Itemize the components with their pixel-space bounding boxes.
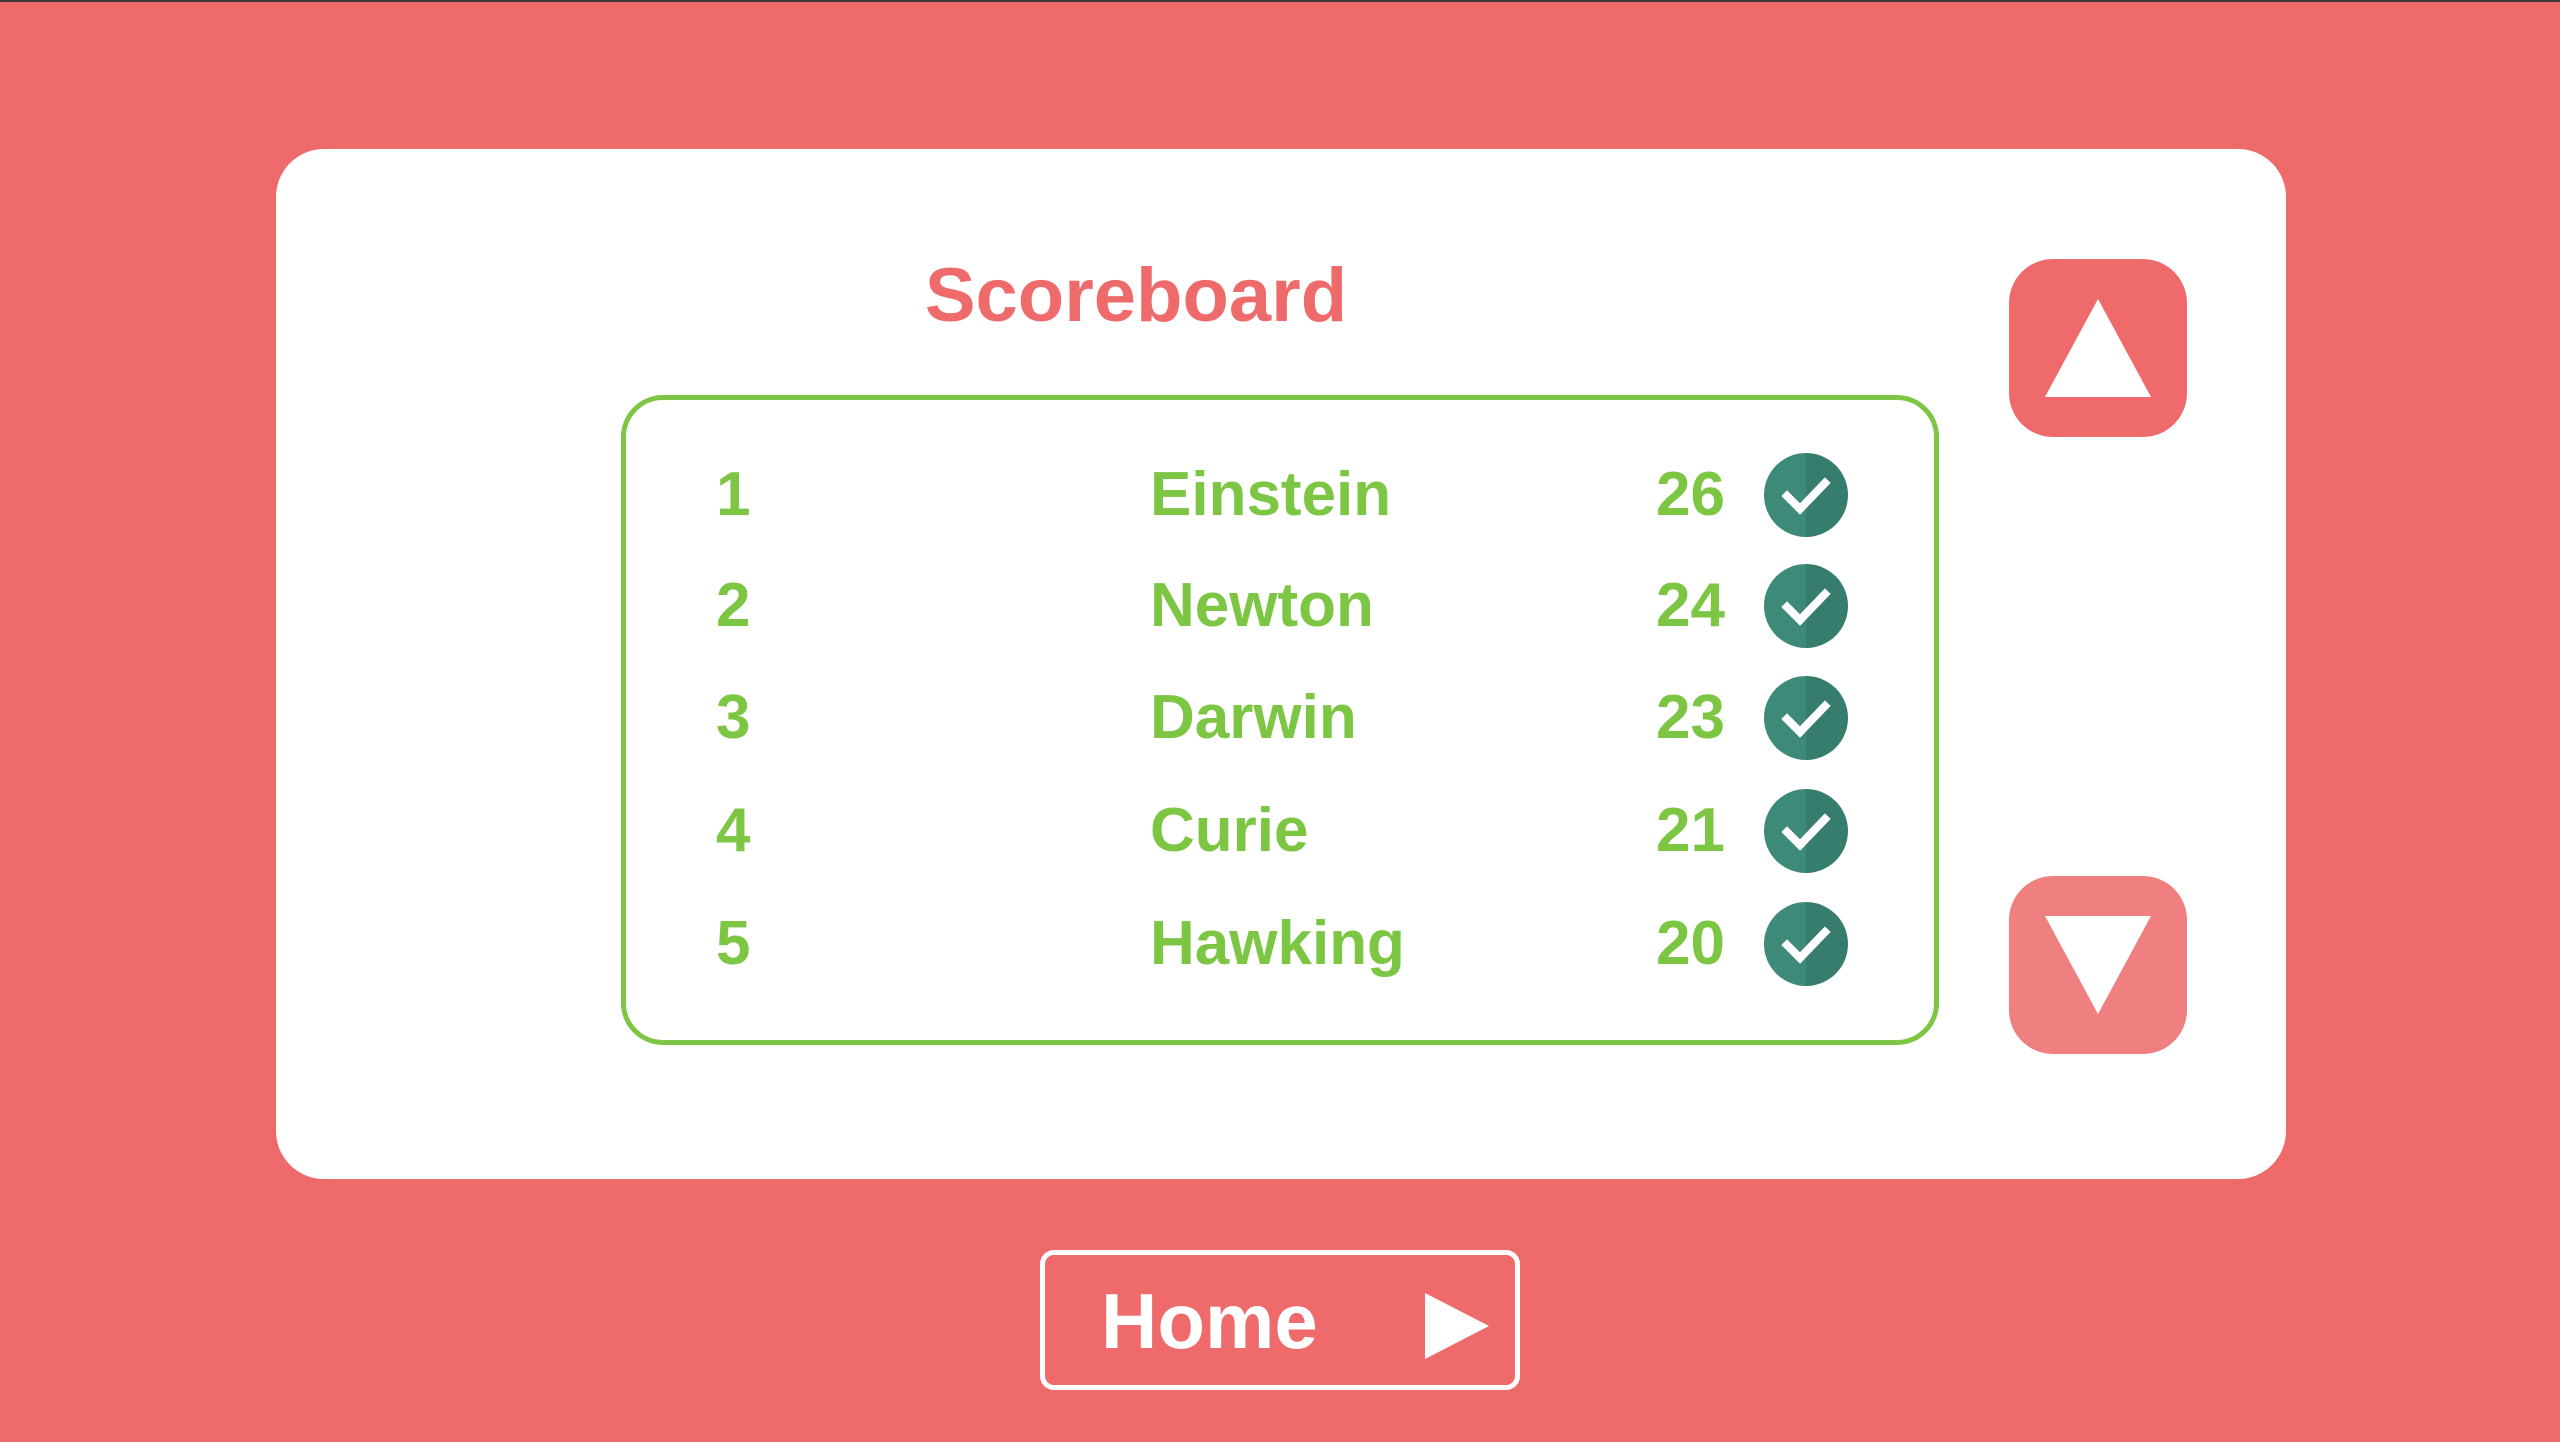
score-cell: 26 [1656,460,1725,529]
player-name-cell: Newton [1150,571,1374,640]
rank-cell: 4 [716,796,751,865]
scroll-up-button[interactable] [2009,259,2187,437]
table-row: 5 Hawking 20 [626,899,1934,989]
triangle-down-icon [2045,916,2151,1014]
player-name-cell: Hawking [1150,909,1405,978]
score-cell: 24 [1656,571,1725,640]
check-circle-icon [1764,902,1848,986]
check-circle-icon [1764,453,1848,537]
rank-cell: 5 [716,909,751,978]
score-cell: 20 [1656,909,1725,978]
table-row: 3 Darwin 23 [626,673,1934,763]
check-circle-icon [1764,676,1848,760]
rank-cell: 2 [716,571,751,640]
home-button[interactable]: Home [1040,1250,1520,1390]
home-button-label: Home [1101,1277,1318,1365]
play-arrow-icon [1425,1293,1489,1359]
score-cell: 23 [1656,683,1725,752]
check-circle-icon [1764,789,1848,873]
table-row: 2 Newton 24 [626,561,1934,651]
score-cell: 21 [1656,796,1725,865]
table-row: 4 Curie 21 [626,786,1934,876]
top-border-line [0,0,2560,2]
scroll-down-button[interactable] [2009,876,2187,1054]
triangle-up-icon [2045,299,2151,397]
rank-cell: 1 [716,460,751,529]
scoreboard-panel: Scoreboard 1 Einstein 26 2 Newton 24 3 D… [276,149,2286,1179]
rank-cell: 3 [716,683,751,752]
player-name-cell: Einstein [1150,460,1392,529]
player-name-cell: Darwin [1150,683,1357,752]
check-circle-icon [1764,564,1848,648]
table-row: 1 Einstein 26 [626,450,1934,540]
scoreboard-table: 1 Einstein 26 2 Newton 24 3 Darwin 23 4 … [621,395,1939,1045]
player-name-cell: Curie [1150,796,1309,865]
page-title: Scoreboard [924,253,1348,338]
